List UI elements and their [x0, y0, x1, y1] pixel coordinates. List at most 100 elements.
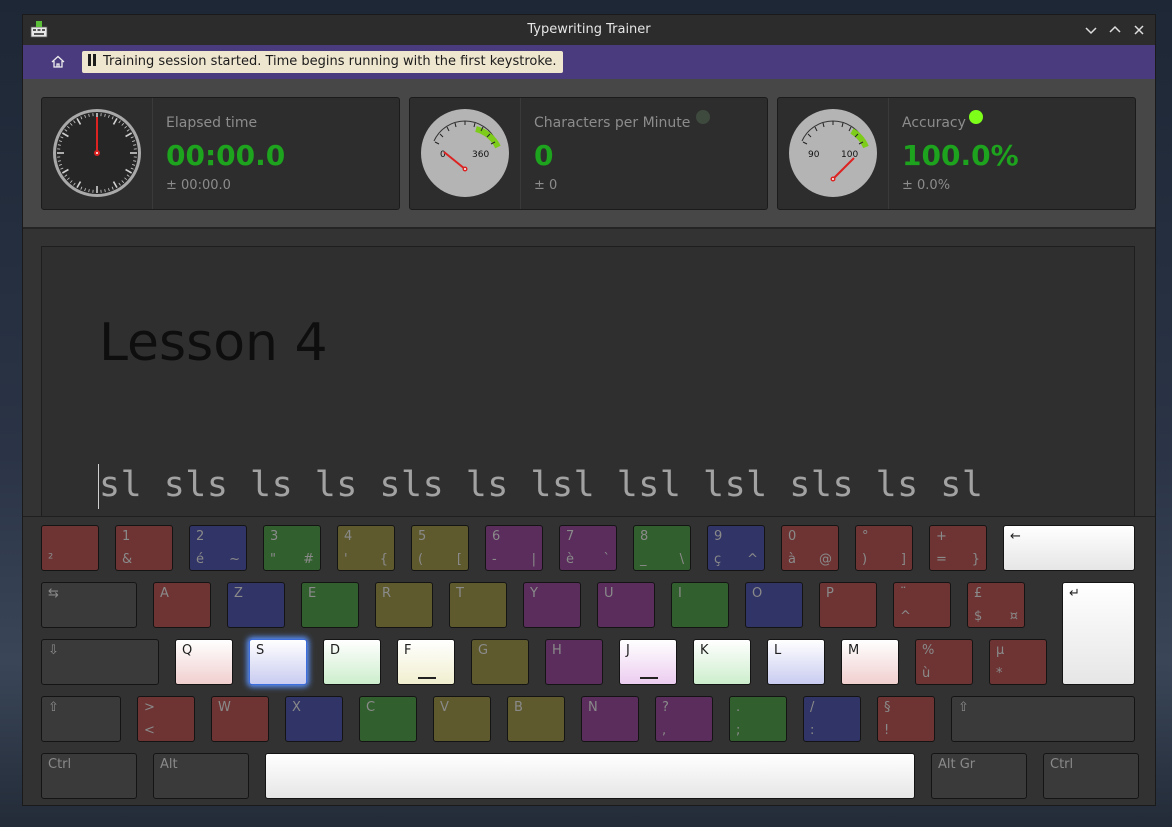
- key-d[interactable]: D: [323, 639, 381, 685]
- caps-lock-key[interactable]: ⇩: [41, 639, 159, 685]
- key-b[interactable]: B: [507, 696, 565, 742]
- key-primary-label: L: [774, 643, 782, 658]
- key-f[interactable]: F: [397, 639, 455, 685]
- key-m[interactable]: M: [841, 639, 899, 685]
- left-ctrl-key[interactable]: Ctrl: [41, 753, 137, 799]
- key-r3k8[interactable]: ?,: [655, 696, 713, 742]
- key-v[interactable]: V: [433, 696, 491, 742]
- key-primary-label: ←: [1010, 529, 1021, 544]
- home-icon: [51, 55, 65, 68]
- close-icon: [1134, 25, 1144, 35]
- key-i[interactable]: I: [671, 582, 729, 628]
- key-primary-label: J: [626, 643, 630, 658]
- key-e[interactable]: E: [301, 582, 359, 628]
- accuracy-spread: ± 0.0%: [902, 178, 951, 193]
- close-button[interactable]: [1129, 20, 1149, 40]
- key-primary-label: 7: [566, 529, 575, 544]
- minimize-button[interactable]: [1081, 20, 1101, 40]
- key-t[interactable]: T: [449, 582, 507, 628]
- key-y[interactable]: Y: [523, 582, 581, 628]
- key-r0k0[interactable]: ²: [41, 525, 99, 571]
- key-p[interactable]: P: [819, 582, 877, 628]
- right-ctrl-key[interactable]: Ctrl: [1043, 753, 1139, 799]
- alt-key[interactable]: Alt: [153, 753, 249, 799]
- key-l[interactable]: L: [767, 639, 825, 685]
- key-u[interactable]: U: [597, 582, 655, 628]
- key-tertiary-label: [: [456, 552, 462, 567]
- key-primary-label: V: [440, 700, 449, 715]
- key-r2k12[interactable]: µ *: [989, 639, 1047, 685]
- key-secondary-label: ,: [662, 723, 667, 738]
- key-r1k12[interactable]: £ $ ¤: [967, 582, 1025, 628]
- key-secondary-label: ù: [922, 666, 931, 681]
- alt-gr-key[interactable]: Alt Gr: [931, 753, 1027, 799]
- accuracy-gauge-min: 90: [808, 150, 820, 160]
- on-screen-keyboard: ² 1 & 2 é ~ 3 " # 4 '{ 5([ 6- | 7 è ` 8 _ \ 9 ç ^ 0 à @ °)] + =} ← ⇆ A Z…: [23, 516, 1155, 805]
- key-tertiary-label: #: [303, 552, 314, 567]
- home-button[interactable]: [47, 51, 69, 73]
- left-shift-key[interactable]: ⇧: [41, 696, 121, 742]
- key-1[interactable]: 1 &: [115, 525, 173, 571]
- key-primary-label: 4: [344, 529, 353, 544]
- key-r3k11[interactable]: §!: [877, 696, 935, 742]
- key-primary-label: Y: [530, 586, 538, 601]
- cpm-gauge-min: 0: [440, 150, 446, 160]
- key-o[interactable]: O: [745, 582, 803, 628]
- key-secondary-label: $: [974, 609, 983, 624]
- backspace-key[interactable]: ←: [1003, 525, 1135, 571]
- lesson-text-panel[interactable]: Lesson 4 sl sls ls ls sls ls lsl lsl lsl…: [41, 246, 1135, 538]
- space-key[interactable]: [265, 753, 915, 799]
- accuracy-gauge: 90 100: [789, 109, 877, 197]
- elapsed-time-panel: Elapsed time 00:00.0 ± 00:00.0: [41, 97, 400, 210]
- key-3[interactable]: 3 " #: [263, 525, 321, 571]
- key-n[interactable]: N: [581, 696, 639, 742]
- key-a[interactable]: A: [153, 582, 211, 628]
- chevron-up-icon: [1109, 25, 1121, 33]
- key-r3k9[interactable]: .;: [729, 696, 787, 742]
- key-tertiary-label: }: [971, 552, 980, 567]
- tab-key[interactable]: ⇆: [41, 582, 137, 628]
- key-j[interactable]: J: [619, 639, 677, 685]
- key-primary-label: P: [826, 586, 834, 601]
- right-shift-key[interactable]: ⇧: [951, 696, 1135, 742]
- key-8[interactable]: 8 _ \: [633, 525, 691, 571]
- maximize-button[interactable]: [1105, 20, 1125, 40]
- key-5[interactable]: 5 ([: [411, 525, 469, 571]
- key-r1k11[interactable]: ¨ ^: [893, 582, 951, 628]
- cpm-status-indicator: [696, 110, 710, 124]
- chevron-down-icon: [1085, 27, 1097, 35]
- key-x[interactable]: X: [285, 696, 343, 742]
- key-4[interactable]: 4 ' {: [337, 525, 395, 571]
- key-primary-label: N: [588, 700, 598, 715]
- key-w[interactable]: W: [211, 696, 269, 742]
- key-primary-label: 9: [714, 529, 723, 544]
- key-9[interactable]: 9 ç ^: [707, 525, 765, 571]
- key-7[interactable]: 7 è `: [559, 525, 617, 571]
- key-primary-label: E: [308, 586, 317, 601]
- key-0[interactable]: 0 à @: [781, 525, 839, 571]
- key-r2k11[interactable]: % ù: [915, 639, 973, 685]
- key-primary-label: I: [678, 586, 682, 601]
- clock-gauge: [53, 109, 141, 197]
- cpm-spread: ± 0: [534, 178, 558, 193]
- key-h[interactable]: H: [545, 639, 603, 685]
- key-r[interactable]: R: [375, 582, 433, 628]
- key-r0k12[interactable]: + =}: [929, 525, 987, 571]
- key-r3k10[interactable]: /:: [803, 696, 861, 742]
- key-primary-label: D: [330, 643, 341, 658]
- key-6[interactable]: 6 - |: [485, 525, 543, 571]
- key-primary-label: 3: [270, 529, 279, 544]
- enter-key[interactable]: ↵: [1062, 582, 1135, 685]
- key-z[interactable]: Z: [227, 582, 285, 628]
- key-c[interactable]: C: [359, 696, 417, 742]
- key-g[interactable]: G: [471, 639, 529, 685]
- key-s[interactable]: S: [249, 639, 307, 685]
- key-r0k11[interactable]: °)]: [855, 525, 913, 571]
- key-r3k1[interactable]: > <: [137, 696, 195, 742]
- key-2[interactable]: 2 é ~: [189, 525, 247, 571]
- key-primary-label: X: [292, 700, 301, 715]
- key-q[interactable]: Q: [175, 639, 233, 685]
- key-primary-label: Alt Gr: [938, 757, 976, 772]
- key-k[interactable]: K: [693, 639, 751, 685]
- key-primary-label: C: [366, 700, 376, 715]
